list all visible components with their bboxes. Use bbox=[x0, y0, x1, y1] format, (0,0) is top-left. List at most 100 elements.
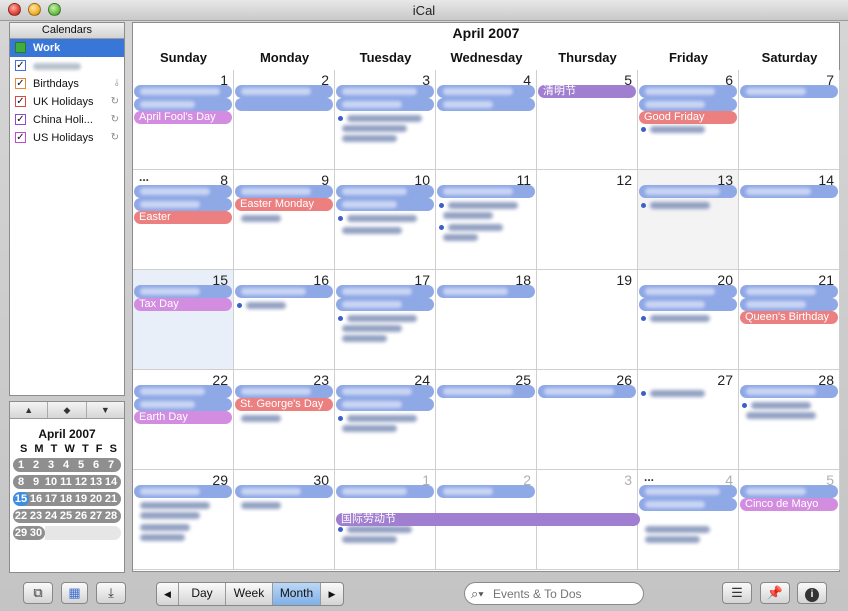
all-day-event[interactable] bbox=[134, 85, 232, 98]
all-day-event[interactable] bbox=[235, 285, 333, 298]
all-day-event[interactable] bbox=[336, 298, 434, 311]
timed-event[interactable] bbox=[338, 113, 432, 123]
refresh-icon[interactable]: ↻ bbox=[111, 111, 119, 129]
title-bar[interactable]: iCal bbox=[0, 0, 848, 21]
mini-day[interactable]: 17 bbox=[44, 493, 58, 505]
all-day-event[interactable] bbox=[336, 285, 434, 298]
day-cell[interactable]: 2 bbox=[234, 70, 335, 170]
all-day-event[interactable] bbox=[134, 185, 232, 198]
all-day-event[interactable]: Tax Day bbox=[134, 298, 232, 311]
timed-event[interactable] bbox=[338, 133, 432, 143]
calendar-checkbox[interactable]: ✓ bbox=[15, 96, 26, 107]
all-day-event[interactable] bbox=[235, 385, 333, 398]
mini-day[interactable]: 24 bbox=[44, 510, 58, 522]
all-day-event[interactable] bbox=[437, 485, 535, 498]
timed-event[interactable] bbox=[338, 413, 432, 423]
timed-event[interactable] bbox=[742, 410, 836, 420]
day-cell[interactable]: 4... bbox=[638, 470, 739, 570]
all-day-event[interactable] bbox=[437, 98, 535, 111]
day-cell[interactable]: 7 bbox=[739, 70, 840, 170]
refresh-icon[interactable]: ↻ bbox=[111, 129, 119, 147]
info-button[interactable]: i bbox=[797, 582, 827, 604]
all-day-event[interactable] bbox=[336, 385, 434, 398]
calendar-checkbox[interactable]: ✓ bbox=[15, 132, 26, 143]
calendar-item-uk-holidays[interactable]: ✓ UK Holidays ↻ bbox=[10, 93, 124, 111]
more-events-indicator[interactable]: ... bbox=[644, 470, 654, 484]
mini-day[interactable]: 6 bbox=[89, 459, 103, 471]
mini-day[interactable]: 12 bbox=[74, 476, 88, 488]
all-day-event[interactable] bbox=[639, 498, 737, 511]
all-day-event[interactable] bbox=[235, 85, 333, 98]
day-cell[interactable]: 10 bbox=[335, 170, 436, 270]
timed-event[interactable] bbox=[338, 225, 432, 235]
timed-event[interactable] bbox=[338, 333, 432, 343]
day-cell[interactable]: 8... Easter bbox=[133, 170, 234, 270]
timed-event[interactable] bbox=[136, 522, 230, 532]
all-day-event[interactable] bbox=[134, 198, 232, 211]
all-day-event[interactable] bbox=[437, 185, 535, 198]
mini-day[interactable]: 11 bbox=[59, 476, 73, 488]
calendar-item-personal[interactable]: ✓ bbox=[10, 57, 124, 75]
all-day-event[interactable] bbox=[134, 285, 232, 298]
mini-day[interactable]: 9 bbox=[29, 476, 43, 488]
timed-event[interactable] bbox=[742, 400, 836, 410]
calendar-checkbox[interactable]: ✓ bbox=[15, 60, 26, 71]
day-cell[interactable]: 30 bbox=[234, 470, 335, 570]
day-cell[interactable]: 29 bbox=[133, 470, 234, 570]
more-events-indicator[interactable]: ... bbox=[139, 170, 149, 184]
all-day-event[interactable] bbox=[336, 98, 434, 111]
timed-event[interactable] bbox=[641, 313, 735, 323]
day-cell[interactable]: 11 bbox=[436, 170, 537, 270]
calendar-item-us-holidays[interactable]: ✓ US Holidays ↻ bbox=[10, 129, 124, 147]
calendar-item-work[interactable]: Work bbox=[10, 39, 124, 57]
mini-day[interactable]: 20 bbox=[89, 493, 103, 505]
day-cell[interactable]: 28 bbox=[739, 370, 840, 470]
all-day-event[interactable] bbox=[437, 85, 535, 98]
week-view-button[interactable]: Week bbox=[226, 583, 273, 605]
day-cell[interactable]: 5 清明节 bbox=[537, 70, 638, 170]
mini-day[interactable]: 8 bbox=[14, 476, 28, 488]
mini-day[interactable]: 1 bbox=[14, 459, 28, 471]
day-cell[interactable]: 9 Easter Monday bbox=[234, 170, 335, 270]
all-day-event[interactable] bbox=[134, 485, 232, 498]
day-cell[interactable]: 5 Cinco de Mayo bbox=[739, 470, 840, 570]
all-day-event[interactable] bbox=[134, 398, 232, 411]
mini-day[interactable]: 3 bbox=[44, 459, 58, 471]
mini-day[interactable]: 22 bbox=[14, 510, 28, 522]
timed-event[interactable] bbox=[136, 532, 230, 542]
all-day-event[interactable] bbox=[740, 298, 838, 311]
day-cell[interactable]: 13 bbox=[638, 170, 739, 270]
all-day-event[interactable]: Good Friday bbox=[639, 111, 737, 124]
all-day-event[interactable] bbox=[336, 198, 434, 211]
all-day-event[interactable] bbox=[639, 485, 737, 498]
day-cell[interactable]: 15 Tax Day bbox=[133, 270, 234, 370]
mini-day[interactable]: 27 bbox=[89, 510, 103, 522]
day-cell[interactable]: 20 bbox=[638, 270, 739, 370]
all-day-event[interactable]: April Fool's Day bbox=[134, 111, 232, 124]
day-cell[interactable]: 1 April Fool's Day bbox=[133, 70, 234, 170]
calendar-checkbox[interactable] bbox=[15, 42, 26, 53]
mini-day[interactable]: 28 bbox=[104, 510, 118, 522]
mini-day[interactable]: 14 bbox=[104, 476, 118, 488]
mini-day[interactable]: 25 bbox=[59, 510, 73, 522]
mini-day[interactable]: 29 bbox=[14, 527, 28, 539]
day-cell[interactable]: 19 bbox=[537, 270, 638, 370]
timed-event[interactable] bbox=[338, 313, 432, 323]
add-calendar-button[interactable]: ⧉ bbox=[23, 582, 53, 604]
mini-day[interactable]: 30 bbox=[29, 527, 43, 539]
mini-day[interactable]: 2 bbox=[29, 459, 43, 471]
all-day-event[interactable] bbox=[336, 185, 434, 198]
day-cell[interactable]: 26 bbox=[537, 370, 638, 470]
all-day-event[interactable] bbox=[235, 485, 333, 498]
day-cell[interactable]: 18 bbox=[436, 270, 537, 370]
timed-event[interactable] bbox=[338, 323, 432, 333]
calendar-item-birthdays[interactable]: ✓ Birthdays ⫰ bbox=[10, 75, 124, 93]
next-month-arrow-icon[interactable]: ▼ bbox=[87, 402, 124, 418]
timed-event[interactable] bbox=[338, 534, 432, 544]
all-day-event[interactable] bbox=[235, 185, 333, 198]
all-day-event[interactable]: St. George's Day bbox=[235, 398, 333, 411]
all-day-event[interactable] bbox=[336, 485, 434, 498]
day-cell[interactable]: 24 bbox=[335, 370, 436, 470]
day-cell[interactable]: 25 bbox=[436, 370, 537, 470]
timed-event[interactable] bbox=[641, 388, 735, 398]
